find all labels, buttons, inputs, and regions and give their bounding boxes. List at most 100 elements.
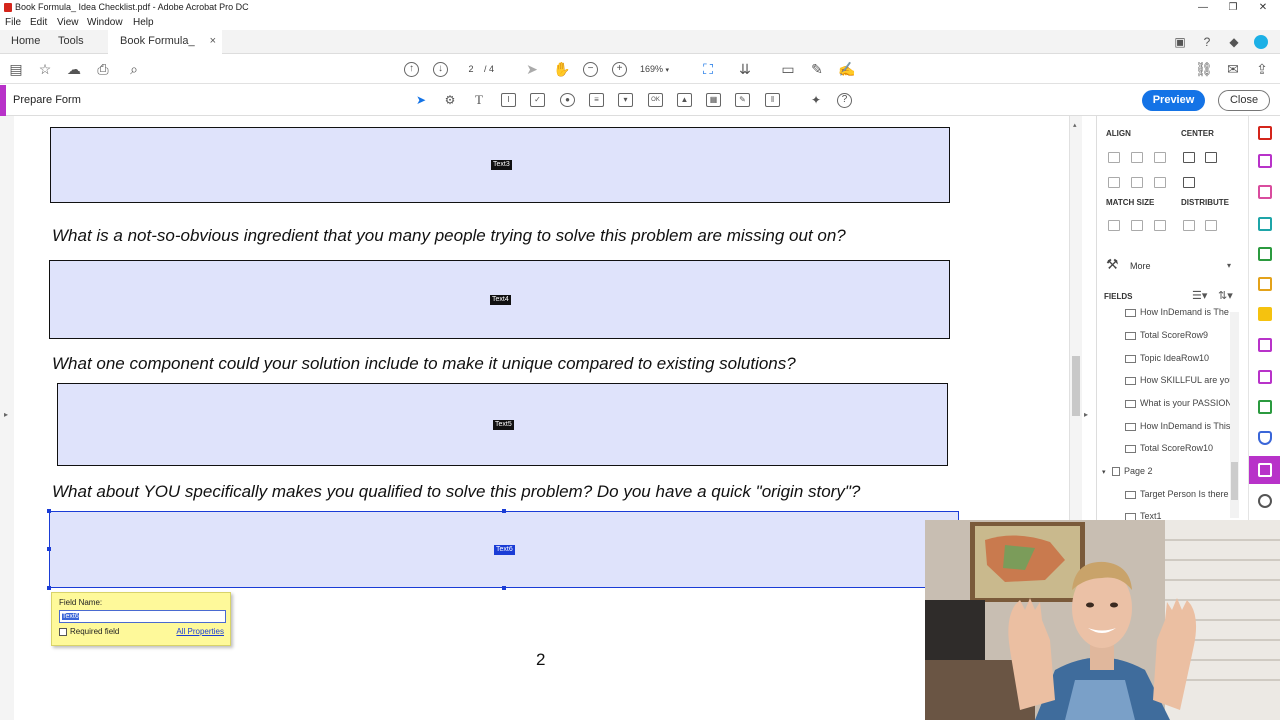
restore-button[interactable]: ❐ <box>1218 0 1248 15</box>
pin-icon[interactable]: ✦ <box>808 92 824 108</box>
hand-tool-icon[interactable]: ✋ <box>553 61 570 77</box>
link-icon[interactable]: ⛓ <box>1195 61 1213 77</box>
resize-handle[interactable] <box>47 547 51 551</box>
compress-icon[interactable] <box>1258 400 1272 414</box>
fields-scrollbar[interactable] <box>1230 312 1239 518</box>
list-box-tool-icon[interactable]: ≡ <box>589 93 604 107</box>
signature-field-icon[interactable]: ✎ <box>735 93 750 107</box>
button-tool-icon[interactable]: OK <box>648 93 663 107</box>
image-tool-icon[interactable]: ▲ <box>677 93 692 107</box>
all-properties-link[interactable]: All Properties <box>176 627 224 636</box>
menu-edit[interactable]: Edit <box>30 15 47 30</box>
tools-more-icon[interactable]: ⚒ <box>1106 256 1119 273</box>
fill-sign-icon[interactable] <box>1258 338 1272 352</box>
resize-handle[interactable] <box>47 509 51 513</box>
field-name-input[interactable]: Text6 <box>59 610 226 623</box>
match-width-icon[interactable] <box>1108 220 1120 231</box>
bookmark-star-icon[interactable]: ☆ <box>37 61 53 77</box>
tab-document[interactable]: Book Formula_ Ide... × <box>108 30 222 69</box>
match-both-icon[interactable] <box>1154 220 1166 231</box>
text-field-icon[interactable]: I <box>501 93 516 107</box>
align-top-icon[interactable] <box>1108 177 1120 188</box>
match-height-icon[interactable] <box>1131 220 1143 231</box>
field-list-item[interactable]: What is your PASSION <box>1125 398 1243 408</box>
page-number-input[interactable]: 2 <box>458 61 484 77</box>
field-list-item[interactable]: Topic IdeaRow10 <box>1125 353 1243 363</box>
menu-file[interactable]: File <box>5 15 21 30</box>
print-icon[interactable]: ⎙ <box>95 61 111 77</box>
barcode-tool-icon[interactable]: ‖ <box>765 93 780 107</box>
menu-window[interactable]: Window <box>87 15 123 30</box>
search-icon[interactable]: ⌕ <box>126 61 142 77</box>
close-window-button[interactable]: ✕ <box>1248 0 1278 15</box>
text-tool-icon[interactable]: T <box>471 92 487 108</box>
center-vertical-icon[interactable] <box>1205 152 1217 163</box>
menu-view[interactable]: View <box>57 15 79 30</box>
center-horizontal-icon[interactable] <box>1183 152 1195 163</box>
export-pdf-icon[interactable] <box>1258 217 1272 231</box>
comment-tool-icon[interactable]: ▭ <box>780 61 796 77</box>
send-sign-icon[interactable] <box>1258 370 1272 384</box>
share-icon[interactable]: ⇪ <box>1254 61 1270 77</box>
field-list-item[interactable]: Total ScoreRow10 <box>1125 443 1243 453</box>
export-excel-icon[interactable] <box>1258 247 1272 261</box>
align-right-icon[interactable] <box>1154 152 1166 163</box>
distribute-horizontal-icon[interactable] <box>1183 220 1195 231</box>
zoom-level-select[interactable]: 169% ▾ <box>640 61 684 77</box>
comment-tool-rail-icon[interactable] <box>1258 307 1272 321</box>
form-field-text6-selected[interactable]: Text6 <box>47 509 959 590</box>
tab-close-icon[interactable]: × <box>210 30 216 52</box>
align-bottom-icon[interactable] <box>1154 177 1166 188</box>
center-both-icon[interactable] <box>1183 177 1195 188</box>
prepare-form-icon[interactable] <box>1258 463 1272 477</box>
checkbox-tool-icon[interactable]: ✓ <box>530 93 545 107</box>
form-field-text5[interactable]: Text5 <box>57 383 948 466</box>
fit-page-icon[interactable]: ⛶ <box>700 61 716 77</box>
fields-scrollbar-thumb[interactable] <box>1231 462 1238 500</box>
more-label[interactable]: More <box>1130 261 1151 271</box>
sort-az-icon[interactable]: ⇅▾ <box>1218 289 1233 302</box>
upload-cloud-icon[interactable]: ☁ <box>66 61 82 77</box>
align-left-icon[interactable] <box>1108 152 1120 163</box>
more-chevron-down-icon[interactable]: ▾ <box>1227 261 1231 270</box>
form-field-text3[interactable]: Text3 <box>50 127 950 203</box>
field-list-item[interactable]: How SKILLFUL are you <box>1125 375 1243 385</box>
date-field-icon[interactable]: ▦ <box>706 93 721 107</box>
create-pdf-icon[interactable] <box>1258 126 1272 140</box>
more-tools-icon[interactable] <box>1258 494 1272 508</box>
align-middle-icon[interactable] <box>1131 177 1143 188</box>
scroll-mode-icon[interactable]: ⇊ <box>737 61 753 77</box>
scrollbar-thumb[interactable] <box>1072 356 1080 416</box>
expand-left-icon[interactable]: ▸ <box>4 410 8 419</box>
edit-pdf-icon[interactable] <box>1258 154 1272 168</box>
protect-shield-icon[interactable] <box>1258 431 1272 445</box>
required-field-checkbox[interactable] <box>59 628 67 636</box>
page-group-row[interactable]: ▾ Page 2 <box>1102 466 1153 477</box>
select-cursor-icon[interactable]: ➤ <box>524 61 540 77</box>
tab-home[interactable]: Home <box>11 30 40 54</box>
combine-files-icon[interactable] <box>1258 277 1272 291</box>
comment-icon[interactable]: ▣ <box>1173 35 1187 49</box>
sign-icon[interactable]: ✍ <box>838 61 855 77</box>
scroll-up-icon[interactable]: ▴ <box>1073 121 1077 129</box>
menu-help[interactable]: Help <box>133 15 154 30</box>
help-icon[interactable]: ? <box>1200 35 1214 49</box>
field-list-item[interactable]: How InDemand is The <box>1125 307 1243 317</box>
save-icon[interactable]: ▤ <box>8 61 24 77</box>
resize-handle[interactable] <box>502 586 506 590</box>
collapse-right-icon[interactable]: ▸ <box>1084 410 1088 419</box>
email-icon[interactable]: ✉ <box>1225 61 1241 77</box>
account-icon[interactable] <box>1254 35 1268 49</box>
select-object-icon[interactable]: ➤ <box>413 92 429 108</box>
field-list-item[interactable]: Total ScoreRow9 <box>1125 330 1243 340</box>
distribute-vertical-icon[interactable] <box>1205 220 1217 231</box>
dropdown-tool-icon[interactable]: ▾ <box>618 93 633 107</box>
radio-button-tool-icon[interactable]: ● <box>560 93 575 107</box>
bell-icon[interactable]: ◆ <box>1227 35 1241 49</box>
previous-page-icon[interactable]: ↑ <box>404 62 419 77</box>
field-list-item[interactable]: Target Person Is there <box>1125 489 1243 499</box>
minimize-button[interactable]: — <box>1188 0 1218 15</box>
zoom-out-icon[interactable]: − <box>583 62 598 77</box>
close-button[interactable]: Close <box>1218 90 1270 111</box>
next-page-icon[interactable]: ↓ <box>433 62 448 77</box>
